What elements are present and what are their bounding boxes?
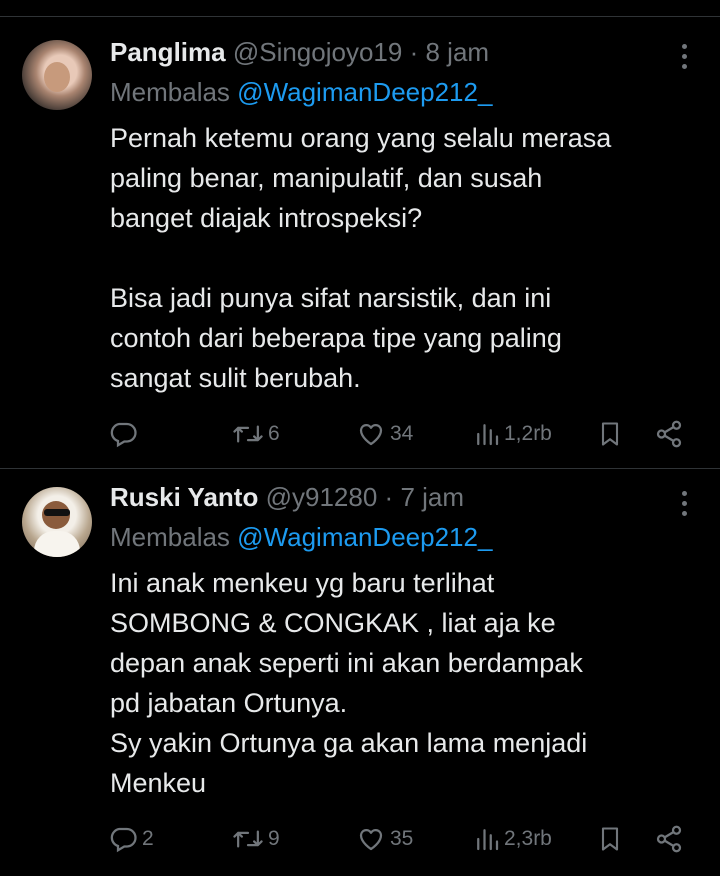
- avatar-body: [34, 531, 80, 557]
- like-count: 34: [390, 422, 414, 445]
- like-icon: [359, 423, 383, 446]
- replying-prefix: Membalas: [110, 77, 230, 107]
- retweet-count: 6: [268, 422, 280, 445]
- views-button[interactable]: 2,3rb: [474, 821, 552, 857]
- retweet-icon: [233, 425, 263, 443]
- bookmark-icon: [601, 422, 619, 446]
- action-bar: 2 9 35 2,3rb: [108, 821, 698, 857]
- user-handle[interactable]: @y91280: [266, 482, 378, 512]
- retweet-button[interactable]: 9: [232, 821, 280, 857]
- replying-to: Membalas @WagimanDeep212_: [110, 521, 492, 553]
- avatar-face: [44, 62, 70, 92]
- timestamp[interactable]: 8 jam: [425, 37, 489, 67]
- display-name[interactable]: Panglima: [110, 37, 226, 67]
- bookmark-button[interactable]: [596, 821, 624, 857]
- like-count: 35: [390, 827, 414, 850]
- like-button[interactable]: 35: [356, 821, 413, 857]
- reply-button[interactable]: 2: [108, 821, 154, 857]
- separator-dot: ·: [384, 482, 394, 512]
- views-icon: [477, 829, 499, 851]
- avatar[interactable]: [22, 487, 92, 557]
- retweet-button[interactable]: 6: [232, 416, 280, 452]
- bookmark-button[interactable]: [596, 416, 624, 452]
- avatar-sunglasses: [44, 509, 70, 516]
- reply-icon: [110, 827, 137, 853]
- display-name[interactable]: Ruski Yanto: [110, 482, 258, 512]
- replying-prefix: Membalas: [110, 522, 230, 552]
- share-button[interactable]: [654, 416, 684, 452]
- more-icon[interactable]: [682, 44, 690, 74]
- tweet[interactable]: Ruski Yanto @y91280 · 7 jam Membalas @Wa…: [0, 469, 720, 876]
- share-icon: [656, 420, 682, 448]
- avatar[interactable]: [22, 40, 92, 110]
- reply-count: 2: [142, 827, 154, 850]
- mention-link[interactable]: @WagimanDeep212_: [237, 522, 492, 552]
- retweet-icon: [233, 830, 263, 848]
- action-bar: 6 34 1,2rb: [108, 416, 698, 452]
- views-button[interactable]: 1,2rb: [474, 416, 552, 452]
- views-icon: [477, 424, 499, 446]
- mention-link[interactable]: @WagimanDeep212_: [237, 77, 492, 107]
- more-icon[interactable]: [682, 491, 690, 521]
- share-icon: [656, 825, 682, 853]
- like-button[interactable]: 34: [356, 416, 413, 452]
- retweet-count: 9: [268, 827, 280, 850]
- tweet-text: Pernah ketemu orang yang selalu merasa p…: [110, 118, 700, 398]
- tweet-header: Panglima @Singojoyo19 · 8 jam: [110, 36, 489, 68]
- tweet-header: Ruski Yanto @y91280 · 7 jam: [110, 481, 464, 513]
- like-icon: [359, 828, 383, 851]
- tweet-text-content: Pernah ketemu orang yang selalu merasa p…: [110, 123, 612, 393]
- reply-button[interactable]: [108, 416, 142, 452]
- share-button[interactable]: [654, 821, 684, 857]
- replying-to: Membalas @WagimanDeep212_: [110, 76, 492, 108]
- reply-icon: [110, 422, 137, 448]
- user-handle[interactable]: @Singojoyo19: [233, 37, 403, 67]
- tweet[interactable]: Panglima @Singojoyo19 · 8 jam Membalas @…: [0, 22, 720, 468]
- separator-dot: ·: [409, 37, 419, 67]
- tweet-text-content: Ini anak menkeu yg baru terlihat SOMBONG…: [110, 568, 588, 798]
- bookmark-icon: [601, 827, 619, 851]
- top-divider: [0, 16, 720, 17]
- views-count: 2,3rb: [504, 827, 552, 850]
- tweet-text: Ini anak menkeu yg baru terlihat SOMBONG…: [110, 563, 700, 803]
- timestamp[interactable]: 7 jam: [400, 482, 464, 512]
- views-count: 1,2rb: [504, 422, 552, 445]
